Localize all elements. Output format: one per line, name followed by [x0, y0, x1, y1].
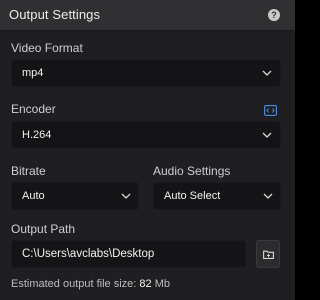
video-format-value: mp4 — [22, 67, 44, 79]
estimated-size-value: 82 — [139, 278, 152, 290]
video-format-label: Video Format — [11, 41, 83, 55]
encoder-label: Encoder — [11, 102, 56, 116]
help-icon[interactable]: ? — [268, 9, 280, 21]
output-settings-panel: Output Settings ? Video Format mp4 Encod… — [0, 0, 295, 300]
folder-icon — [263, 250, 274, 259]
chevron-down-icon — [121, 192, 131, 200]
chevron-down-icon — [263, 192, 273, 200]
browse-folder-button[interactable] — [256, 240, 280, 268]
panel-header: Output Settings ? — [0, 0, 295, 31]
bitrate-select[interactable]: Auto — [11, 182, 139, 210]
estimated-size-prefix: Estimated output file size: — [11, 278, 137, 290]
video-format-select[interactable]: mp4 — [11, 59, 281, 87]
audio-settings-label: Audio Settings — [153, 164, 231, 178]
code-settings-icon[interactable] — [264, 103, 277, 116]
estimated-size-text: Estimated output file size: 82 Mb — [11, 278, 170, 290]
chevron-down-icon — [262, 131, 272, 139]
panel-title: Output Settings — [9, 7, 101, 22]
chevron-down-icon — [262, 69, 272, 77]
encoder-value: H.264 — [22, 129, 52, 141]
output-path-value: C:\Users\avclabs\Desktop — [22, 248, 155, 260]
bitrate-label: Bitrate — [11, 164, 46, 178]
bitrate-value: Auto — [22, 190, 45, 202]
estimated-size-unit: Mb — [154, 278, 170, 290]
output-path-label: Output Path — [11, 222, 76, 236]
audio-settings-select[interactable]: Auto Select — [153, 182, 281, 210]
audio-settings-value: Auto Select — [164, 190, 221, 202]
encoder-select[interactable]: H.264 — [11, 121, 281, 149]
output-path-field[interactable]: C:\Users\avclabs\Desktop — [11, 240, 246, 268]
